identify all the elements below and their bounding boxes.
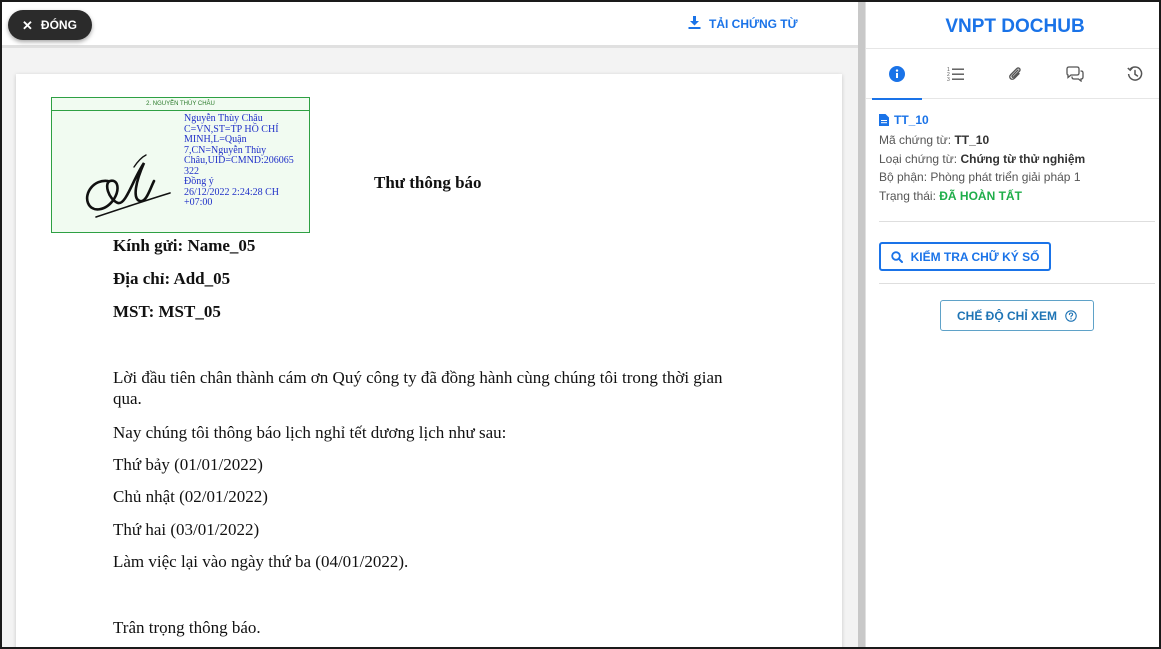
paperclip-icon <box>1009 67 1021 80</box>
document-code-heading: TT_10 <box>879 113 1154 127</box>
body-paragraph: Trân trọng thông báo. <box>113 618 261 637</box>
tab-attachments[interactable] <box>986 49 1044 99</box>
status-badge: ĐÃ HOÀN TẤT <box>939 188 1022 203</box>
verify-signature-label: KIỂM TRA CHỮ KÝ SỐ <box>910 249 1040 264</box>
tab-info[interactable] <box>868 49 926 100</box>
signature-header: 2. NGUYỄN THÙY CHÂU <box>52 98 309 111</box>
help-circle-icon <box>1065 309 1077 322</box>
tab-checklist[interactable]: 123 <box>927 49 985 99</box>
document-info: TT_10 Mã chứng từ: TT_10 Loại chứng từ: … <box>879 113 1154 205</box>
field-department: Bộ phận: Phòng phát triển giải pháp 1 <box>879 170 1081 184</box>
panel-tabs: 123 <box>866 49 1159 100</box>
tab-history[interactable] <box>1106 49 1159 99</box>
vertical-scrollbar[interactable] <box>858 2 865 647</box>
top-toolbar: ✕ ĐÓNG TẢI CHỨNG TỪ <box>2 2 858 48</box>
handwritten-signature <box>85 154 171 218</box>
brand-title: VNPT DOCHUB <box>866 2 1159 49</box>
tab-comments[interactable] <box>1046 49 1104 99</box>
info-panel: VNPT DOCHUB 123 TT_10 Mã chứng từ: TT_10… <box>865 2 1159 647</box>
document-page: 2. NGUYỄN THÙY CHÂU Nguyễn Thùy Châu C=V… <box>16 74 842 647</box>
verify-signature-button[interactable]: KIỂM TRA CHỮ KÝ SỐ <box>879 242 1051 271</box>
signature-line: Đồng ý <box>184 176 214 187</box>
document-area: ✕ ĐÓNG TẢI CHỨNG TỪ 2. NGUYỄN THÙY CHÂU <box>2 2 858 647</box>
document-code-title: TT_10 <box>894 113 929 127</box>
body-paragraph: Lời đầu tiên chân thành cám ơn Quý công … <box>113 368 723 408</box>
view-only-mode-label: CHẾ ĐỘ CHỈ XEM <box>956 308 1057 323</box>
search-icon <box>890 250 903 263</box>
body-paragraph: Làm việc lại vào ngày thứ ba (04/01/2022… <box>113 552 409 571</box>
close-button-label: ĐÓNG <box>40 18 77 32</box>
body-paragraph: Chủ nhật (02/01/2022) <box>113 487 268 506</box>
file-icon <box>879 114 889 126</box>
view-only-mode-button[interactable]: CHẾ ĐỘ CHỈ XEM <box>940 300 1094 331</box>
close-icon: ✕ <box>22 17 33 33</box>
body-paragraph: Thứ hai (03/01/2022) <box>113 520 260 539</box>
signature-line: MINH,L=Quận <box>184 134 247 145</box>
comments-icon <box>1066 66 1084 82</box>
ordered-list-icon: 123 <box>947 67 964 82</box>
digital-signature-stamp: 2. NGUYỄN THÙY CHÂU Nguyễn Thùy Châu C=V… <box>51 97 310 233</box>
signature-line: Nguyễn Thùy Châu <box>184 113 263 124</box>
field-status: Trạng thái: ĐÃ HOÀN TẤT <box>879 188 1022 203</box>
svg-text:3: 3 <box>947 77 950 82</box>
divider <box>879 221 1155 222</box>
download-button-label: TẢI CHỨNG TỪ <box>709 17 798 31</box>
close-button[interactable]: ✕ ĐÓNG <box>8 10 92 40</box>
tax-code-line: MST: MST_05 <box>113 302 221 321</box>
divider <box>879 283 1155 284</box>
history-icon <box>1127 66 1143 81</box>
field-document-type: Loại chứng từ: Chứng từ thử nghiệm <box>879 151 1086 166</box>
signature-details: Nguyễn Thùy Châu C=VN,ST=TP HỒ CHÍ MINH,… <box>184 113 309 209</box>
download-icon <box>688 16 701 32</box>
signature-line: Châu,UID=CMND:206065 <box>184 155 294 166</box>
body-paragraph: Thứ bảy (01/01/2022) <box>113 455 263 474</box>
body-paragraph: Nay chúng tôi thông báo lịch nghỉ tết dư… <box>113 423 507 442</box>
signature-line: +07:00 <box>184 197 213 208</box>
download-document-button[interactable]: TẢI CHỨNG TỪ <box>688 16 798 32</box>
recipient-line: Kính gửi: Name_05 <box>113 236 256 255</box>
document-viewer-window: ✕ ĐÓNG TẢI CHỨNG TỪ 2. NGUYỄN THÙY CHÂU <box>0 0 1161 649</box>
field-document-code: Mã chứng từ: TT_10 <box>879 133 990 147</box>
address-line: Địa chỉ: Add_05 <box>113 269 231 288</box>
info-icon <box>889 66 905 82</box>
document-title: Thư thông báo <box>374 173 482 192</box>
